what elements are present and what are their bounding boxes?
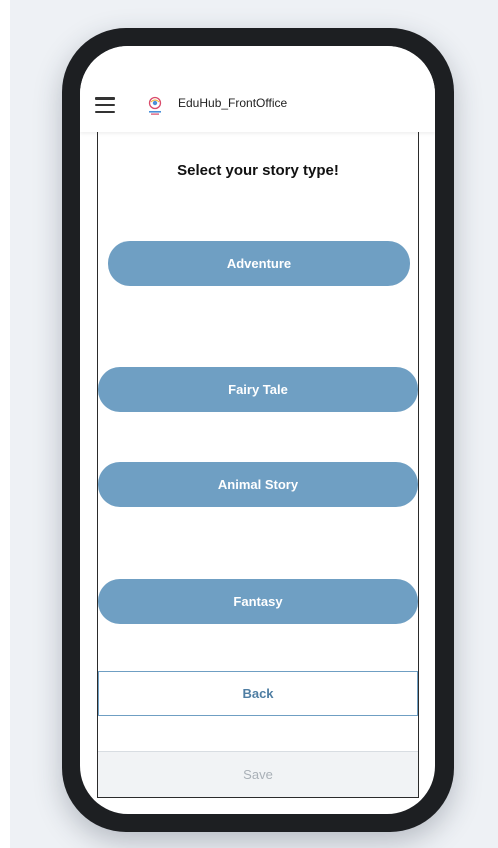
content-panel: Select your story type! Adventure Fairy … bbox=[97, 132, 419, 798]
phone-screen: EduHub_FrontOffice Select your story typ… bbox=[80, 46, 435, 814]
app-logo bbox=[148, 96, 162, 115]
adventure-button[interactable]: Adventure bbox=[108, 241, 410, 286]
app-title: EduHub_FrontOffice bbox=[178, 96, 288, 110]
page-heading: Select your story type! bbox=[177, 162, 339, 179]
fairy-tale-button[interactable]: Fairy Tale bbox=[98, 367, 418, 412]
fantasy-button[interactable]: Fantasy bbox=[98, 579, 418, 624]
app-header: EduHub_FrontOffice bbox=[80, 46, 435, 132]
animal-story-button[interactable]: Animal Story bbox=[98, 462, 418, 507]
save-button: Save bbox=[98, 751, 418, 797]
back-button[interactable]: Back bbox=[98, 671, 418, 716]
hamburger-menu-icon[interactable] bbox=[95, 97, 115, 113]
